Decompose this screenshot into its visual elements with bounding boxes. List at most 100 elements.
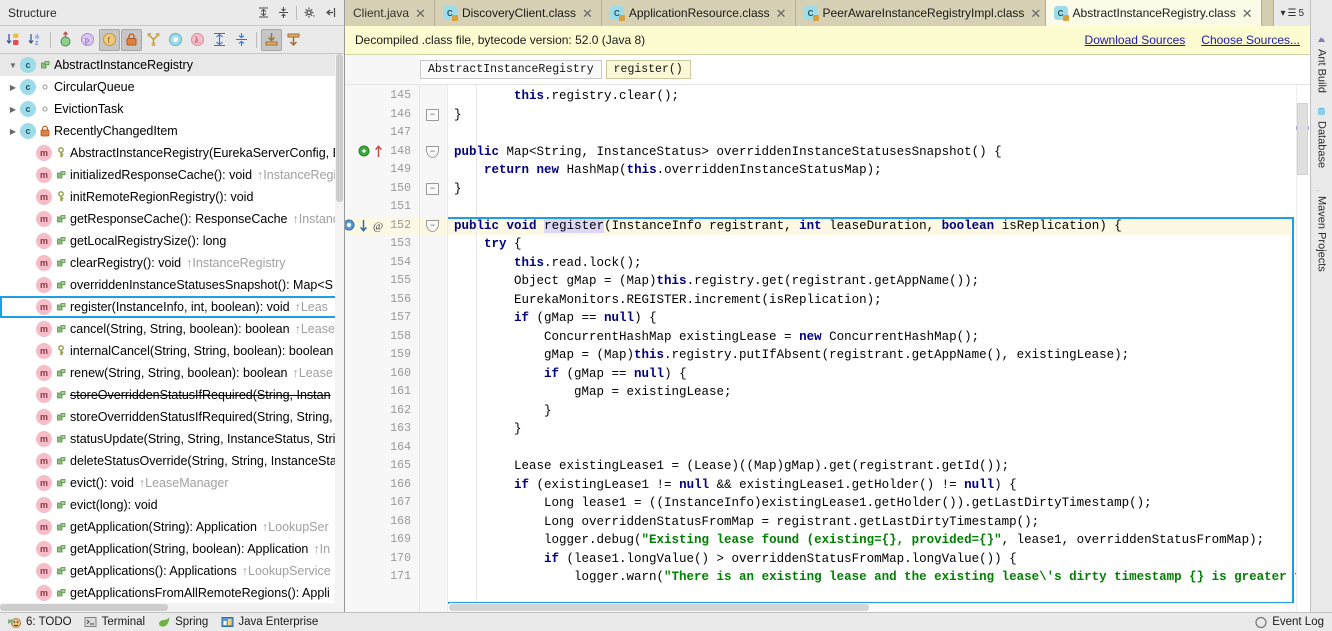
close-icon[interactable]: ✕ — [1029, 7, 1042, 20]
editor-tab-active[interactable]: C AbstractInstanceRegistry.class ✕ — [1045, 0, 1262, 26]
editor-tab[interactable]: C DiscoveryClient.class ✕ — [434, 0, 602, 26]
code-line[interactable]: Long lease1 = ((InstanceInfo)existingLea… — [448, 494, 1310, 513]
down-gutter-icon[interactable] — [357, 219, 370, 232]
editor-vertical-scrollbar[interactable] — [1296, 85, 1310, 612]
structure-vertical-scrollbar[interactable] — [335, 54, 344, 612]
status-bar-event-log[interactable]: Event Log — [1254, 615, 1324, 629]
structure-tree[interactable]: ▼ c AbstractInstanceRegistry ▶ c CircularQueu… — [0, 54, 344, 612]
structure-vertical-thumb[interactable] — [336, 54, 343, 202]
structure-horizontal-thumb[interactable] — [0, 604, 168, 611]
structure-tree-item[interactable]: m getApplication(String, boolean): Applic… — [0, 538, 344, 560]
code-line[interactable]: public Map<String, InstanceStatus> overr… — [448, 143, 1310, 162]
code-line[interactable]: this.read.lock(); — [448, 254, 1310, 273]
autoscroll-from-source-button[interactable] — [283, 29, 304, 51]
choose-sources-link[interactable]: Choose Sources... — [1201, 33, 1300, 47]
code-line[interactable]: } — [448, 402, 1310, 421]
collapse-all-button[interactable] — [231, 29, 252, 51]
structure-tree-item[interactable]: m overriddenInstanceStatusesSnapshot(): M… — [0, 274, 344, 296]
structure-tree-item[interactable]: m AbstractInstanceRegistry(EurekaServerCo… — [0, 142, 344, 164]
show-anonymous-classes-button[interactable] — [143, 29, 164, 51]
editor-vertical-thumb[interactable] — [1297, 103, 1308, 175]
code-line[interactable]: gMap = (Map)this.registry.putIfAbsent(re… — [448, 346, 1310, 365]
show-non-public-button[interactable] — [121, 28, 142, 51]
expand-all-button[interactable] — [209, 29, 230, 51]
structure-tree-item-selected[interactable]: m register(InstanceInfo, int, boolean): v… — [0, 296, 344, 318]
code-line[interactable]: if (lease1.longValue() > overriddenStatu… — [448, 550, 1310, 569]
up-gutter-icon[interactable] — [372, 144, 385, 158]
rail-item-ant-build[interactable]: Ant Build — [1313, 28, 1331, 100]
breadcrumb-item[interactable]: AbstractInstanceRegistry — [420, 60, 602, 79]
chevron-right-icon[interactable]: ▶ — [6, 124, 20, 138]
editor-tab[interactable]: C PeerAwareInstanceRegistryImpl.class ✕ — [795, 0, 1046, 26]
structure-tree-item[interactable]: ▶ c RecentlyChangedItem — [0, 120, 344, 142]
fold-toggle-icon[interactable]: − — [426, 219, 439, 232]
code-line[interactable]: Object gMap = (Map)this.registry.get(reg… — [448, 272, 1310, 291]
at-gutter-icon[interactable]: @ — [372, 219, 385, 232]
rail-item-maven-projects[interactable]: m Maven Projects — [1312, 175, 1331, 279]
override-gutter-icon[interactable] — [357, 145, 370, 158]
code-line[interactable]: if (existingLease1 != null && existingLe… — [448, 476, 1310, 495]
editor-horizontal-scrollbar[interactable] — [449, 603, 1294, 612]
chevron-right-icon[interactable]: ▶ — [6, 102, 20, 116]
tab-overflow-button[interactable]: ▾ ☰ 5 — [1273, 0, 1310, 26]
structure-tree-item[interactable]: m getResponseCache(): ResponseCache ↑Insta… — [0, 208, 344, 230]
fold-toggle-icon[interactable]: − — [426, 145, 439, 158]
structure-tree-item[interactable]: m deleteStatusOverride(String, String, In… — [0, 450, 344, 472]
structure-horizontal-scrollbar[interactable] — [0, 603, 344, 612]
code-line[interactable]: } — [448, 106, 1310, 125]
code-line[interactable]: Long overriddenStatusFromMap = registran… — [448, 513, 1310, 532]
code-line[interactable]: if (gMap == null) { — [448, 309, 1310, 328]
structure-tree-item[interactable]: m getApplications(): Applications ↑LookupS… — [0, 560, 344, 582]
editor-tab[interactable]: C ApplicationResource.class ✕ — [601, 0, 796, 26]
rail-item-database[interactable]: Database — [1313, 100, 1331, 175]
collapse-all-icon[interactable] — [273, 3, 293, 23]
structure-tree-item[interactable]: ▼ c AbstractInstanceRegistry — [0, 54, 344, 76]
settings-gear-icon[interactable] — [300, 3, 320, 23]
code-editor[interactable]: 145 146 147 148 149 150 151 152 @153 154 155 156 157… — [345, 85, 1310, 612]
status-bar-item-spring[interactable]: Spring — [157, 615, 220, 629]
code-line[interactable] — [448, 198, 1310, 217]
code-line[interactable]: } — [448, 180, 1310, 199]
structure-tree-item[interactable]: m getApplication(String): Application ↑Loo… — [0, 516, 344, 538]
breadcrumb-item[interactable]: register() — [605, 60, 691, 79]
structure-tree-item[interactable]: m clearRegistry(): void ↑InstanceRegistry — [0, 252, 344, 274]
structure-tree-item[interactable]: m renew(String, String, boolean): boolean… — [0, 362, 344, 384]
editor-gutter[interactable]: 145 146 147 148 149 150 151 152 @153 154 155 156 157… — [345, 85, 420, 612]
structure-tree-item[interactable]: m cancel(String, String, boolean): boolea… — [0, 318, 344, 340]
structure-tree-item[interactable]: m storeOverriddenStatusIfRequired(String,… — [0, 406, 344, 428]
structure-tree-item[interactable]: m initializedResponseCache(): void ↑Instan… — [0, 164, 344, 186]
fold-toggle-icon[interactable]: − — [426, 108, 439, 121]
show-lambdas-button[interactable]: λ — [187, 29, 208, 51]
structure-tree-item[interactable]: m evict(long): void — [0, 494, 344, 516]
show-fields-button[interactable]: f — [99, 28, 120, 51]
code-line[interactable]: ConcurrentHashMap existingLease = new Co… — [448, 328, 1310, 347]
show-properties-button[interactable]: p — [77, 29, 98, 51]
structure-tree-item[interactable]: m getLocalRegistrySize(): long — [0, 230, 344, 252]
show-inherited-button[interactable] — [55, 29, 76, 51]
sort-alphabetically-button[interactable]: az — [25, 29, 46, 51]
chevron-right-icon[interactable]: ▶ — [6, 80, 20, 94]
close-icon[interactable]: ✕ — [1241, 7, 1254, 20]
sort-by-visibility-button[interactable] — [3, 29, 24, 51]
editor-horizontal-thumb[interactable] — [449, 604, 869, 611]
expand-all-icon[interactable] — [253, 3, 273, 23]
close-icon[interactable]: ✕ — [414, 7, 427, 20]
code-line[interactable]: gMap = existingLease; — [448, 383, 1310, 402]
structure-tree-item[interactable]: m initRemoteRegionRegistry(): void — [0, 186, 344, 208]
code-line[interactable]: EurekaMonitors.REGISTER.increment(isRepl… — [448, 291, 1310, 310]
autoscroll-to-source-button[interactable] — [261, 28, 282, 51]
fold-column[interactable]: − − − − — [420, 85, 448, 612]
close-icon[interactable]: ✕ — [775, 7, 788, 20]
structure-tree-item[interactable]: m internalCancel(String, String, boolean)… — [0, 340, 344, 362]
code-line[interactable] — [448, 124, 1310, 143]
code-line[interactable] — [448, 439, 1310, 458]
code-line[interactable]: } — [448, 420, 1310, 439]
structure-tree-item[interactable]: m storeOverriddenStatusIfRequired(String,… — [0, 384, 344, 406]
structure-tree-item[interactable]: ▶ c CircularQueue — [0, 76, 344, 98]
structure-tree-item[interactable]: ▶ c EvictionTask — [0, 98, 344, 120]
code-line[interactable]: return new HashMap(this.overriddenInstan… — [448, 161, 1310, 180]
status-bar-item-java-enterprise[interactable]: Java Enterprise — [220, 615, 330, 629]
code-text-area[interactable]: this.registry.clear();}public Map<String… — [448, 85, 1310, 612]
impl-gutter-icon[interactable] — [345, 219, 355, 232]
hide-panel-icon[interactable] — [320, 3, 340, 23]
